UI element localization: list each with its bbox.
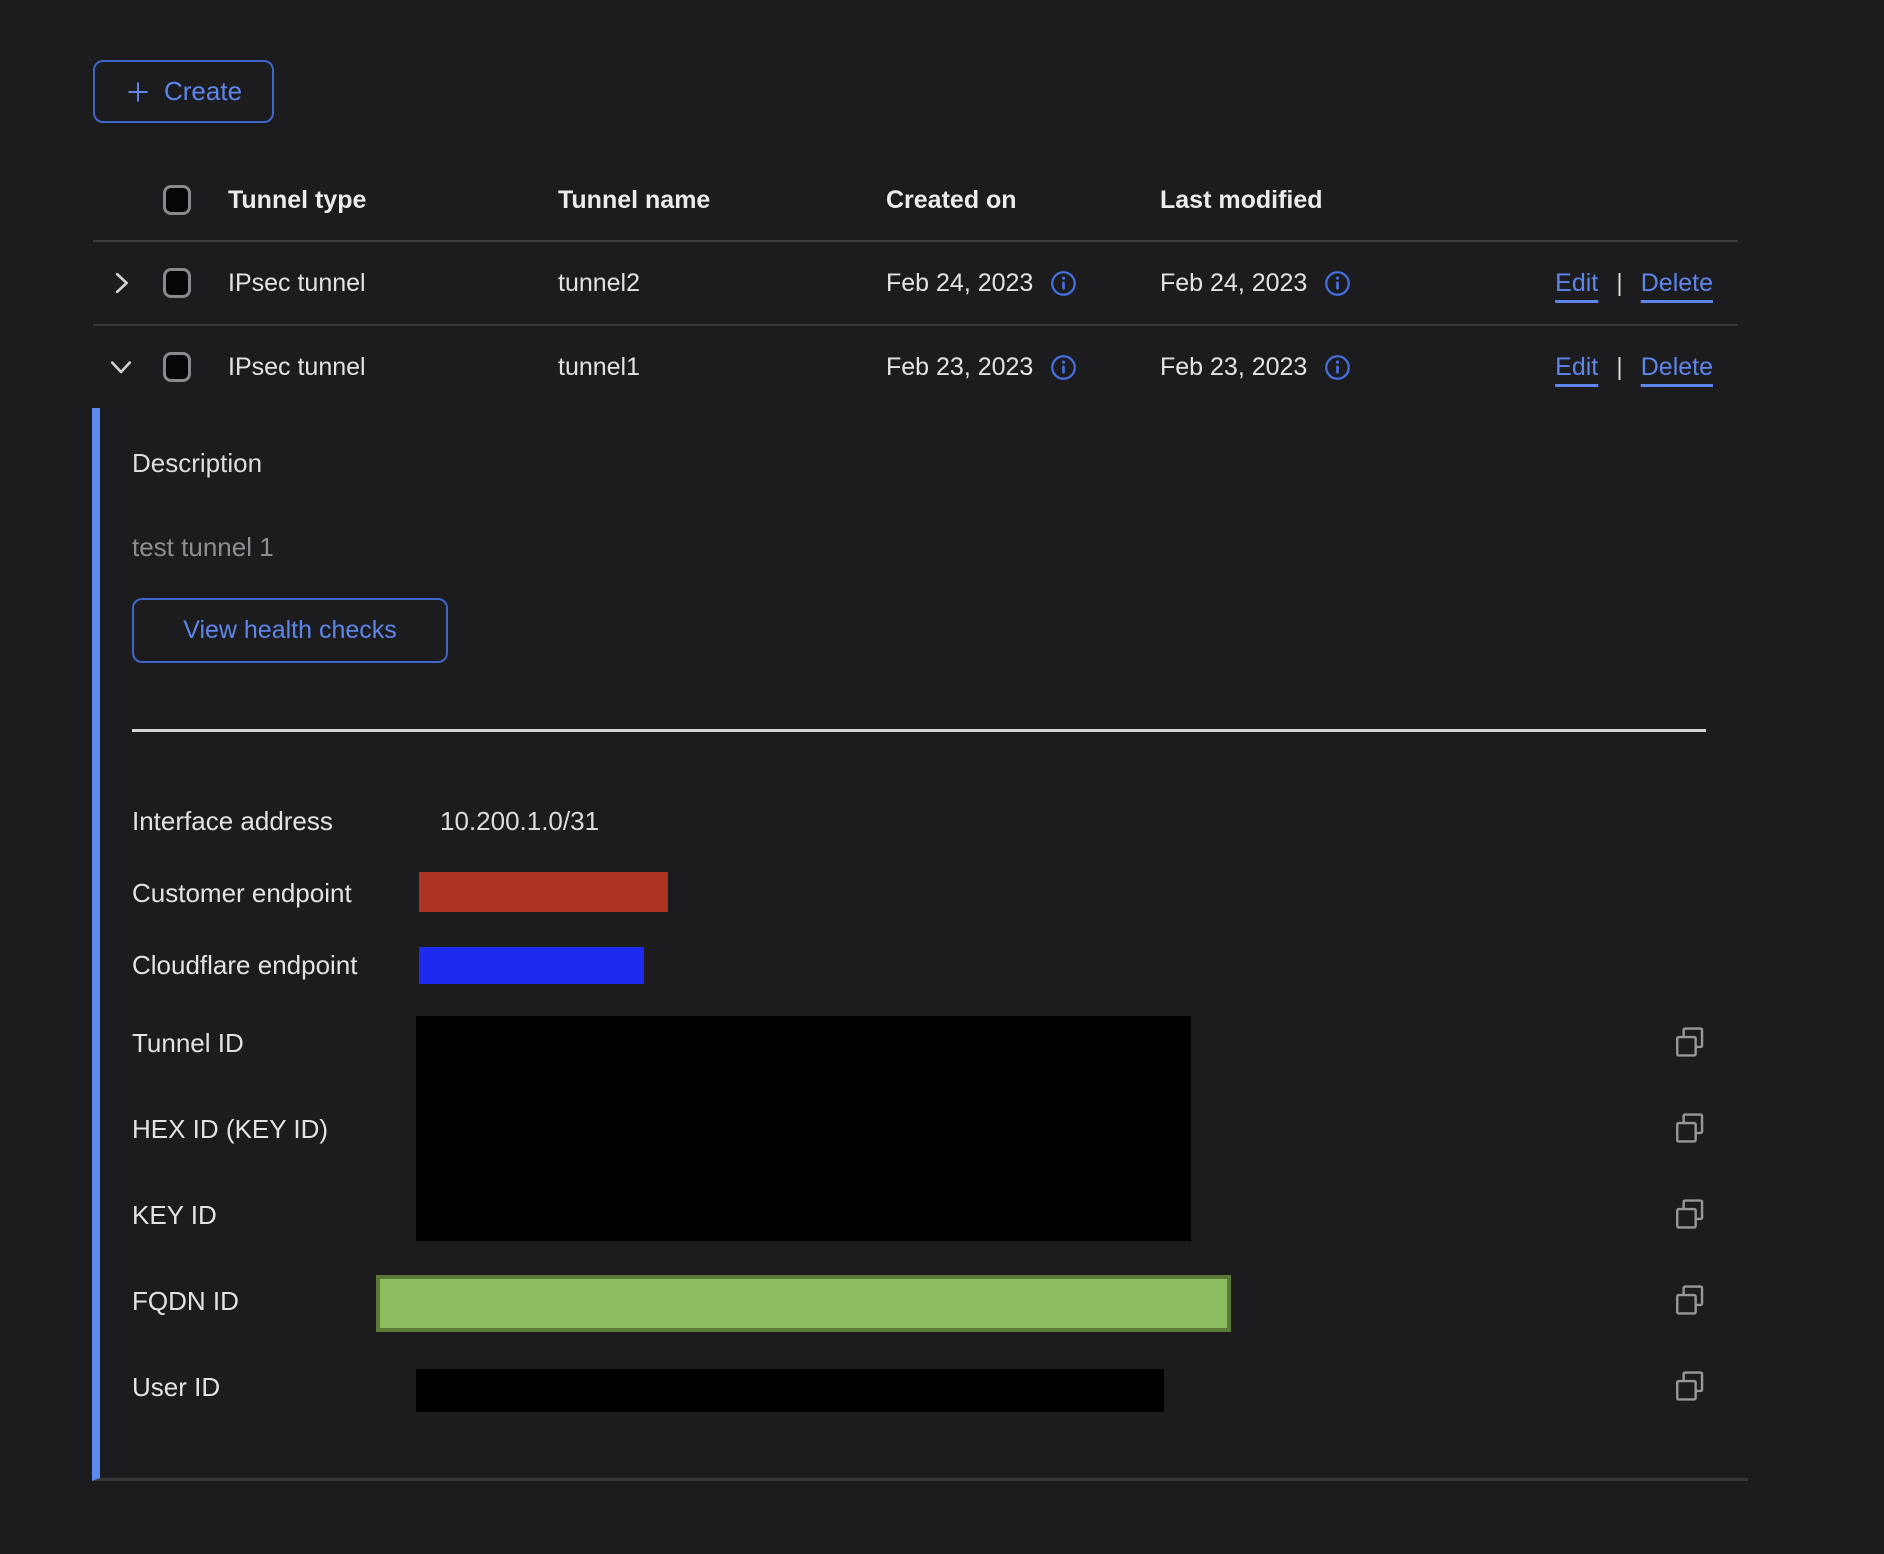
row-checkbox[interactable] xyxy=(163,268,191,298)
header-last-modified: Last modified xyxy=(1160,186,1515,215)
chevron-right-icon xyxy=(106,268,136,298)
cloudflare-endpoint-label: Cloudflare endpoint xyxy=(132,950,358,980)
copy-icon xyxy=(1673,1283,1707,1317)
cloudflare-endpoint-redacted-value xyxy=(419,947,644,984)
copy-hex-id-button[interactable] xyxy=(1672,1110,1708,1146)
info-icon[interactable] xyxy=(1050,354,1077,381)
customer-endpoint-label: Customer endpoint xyxy=(132,878,352,908)
action-separator: | xyxy=(1616,269,1623,298)
select-all-checkbox[interactable] xyxy=(163,185,191,215)
copy-icon xyxy=(1673,1111,1707,1145)
copy-user-id-button[interactable] xyxy=(1672,1368,1708,1404)
copy-icon xyxy=(1673,1025,1707,1059)
user-id-redacted-value xyxy=(416,1369,1164,1412)
hex-id-label: HEX ID (KEY ID) xyxy=(132,1114,328,1144)
copy-key-id-button[interactable] xyxy=(1672,1196,1708,1232)
copy-tunnel-id-button[interactable] xyxy=(1672,1024,1708,1060)
last-modified-value: Feb 24, 2023 xyxy=(1160,269,1307,298)
cell-tunnel-type: IPsec tunnel xyxy=(228,269,558,298)
interface-address-label: Interface address xyxy=(132,806,333,836)
section-divider xyxy=(132,729,1706,732)
created-on-value: Feb 23, 2023 xyxy=(886,353,1033,382)
description-heading: Description xyxy=(132,448,262,479)
tunnel-hex-key-id-redacted-value xyxy=(416,1016,1191,1241)
table-row: IPsec tunnel tunnel1 Feb 23, 2023 Feb 23… xyxy=(93,326,1738,408)
copy-fqdn-id-button[interactable] xyxy=(1672,1282,1708,1318)
delete-link[interactable]: Delete xyxy=(1641,269,1713,298)
table-header-row: Tunnel type Tunnel name Created on Last … xyxy=(93,150,1738,242)
edit-link[interactable]: Edit xyxy=(1555,353,1598,382)
customer-endpoint-redacted-value xyxy=(419,872,668,912)
row-expand-toggle[interactable] xyxy=(93,268,163,298)
table-row: IPsec tunnel tunnel2 Feb 24, 2023 Feb 24… xyxy=(93,242,1738,326)
interface-address-value: 10.200.1.0/31 xyxy=(440,806,599,836)
cell-created-on: Feb 24, 2023 xyxy=(886,269,1160,298)
info-icon[interactable] xyxy=(1050,270,1077,297)
cell-created-on: Feb 23, 2023 xyxy=(886,353,1160,382)
chevron-down-icon xyxy=(106,352,136,382)
action-separator: | xyxy=(1616,353,1623,382)
create-button[interactable]: Create xyxy=(93,60,274,123)
edit-link[interactable]: Edit xyxy=(1555,269,1598,298)
cell-last-modified: Feb 24, 2023 xyxy=(1160,269,1515,298)
plus-icon xyxy=(125,79,151,105)
delete-link[interactable]: Delete xyxy=(1641,353,1713,382)
cell-tunnel-type: IPsec tunnel xyxy=(228,353,558,382)
header-tunnel-type: Tunnel type xyxy=(228,186,558,215)
cell-actions: Edit | Delete xyxy=(1515,353,1738,382)
copy-icon xyxy=(1673,1197,1707,1231)
tunnel-detail-panel: Description test tunnel 1 View health ch… xyxy=(92,408,1748,1481)
info-icon[interactable] xyxy=(1324,354,1351,381)
key-id-label: KEY ID xyxy=(132,1200,217,1230)
tunnels-page: Create Tunnel type Tunnel name Created o… xyxy=(0,0,1884,1554)
cell-tunnel-name: tunnel1 xyxy=(558,353,886,382)
last-modified-value: Feb 23, 2023 xyxy=(1160,353,1307,382)
view-health-checks-button[interactable]: View health checks xyxy=(132,598,448,663)
fqdn-id-redacted-value xyxy=(376,1275,1231,1332)
fqdn-id-label: FQDN ID xyxy=(132,1286,239,1316)
header-tunnel-name: Tunnel name xyxy=(558,186,886,215)
create-button-label: Create xyxy=(164,76,242,107)
row-collapse-toggle[interactable] xyxy=(93,352,163,382)
description-text: test tunnel 1 xyxy=(132,532,274,563)
cell-tunnel-name: tunnel2 xyxy=(558,269,886,298)
created-on-value: Feb 24, 2023 xyxy=(886,269,1033,298)
tunnel-id-label: Tunnel ID xyxy=(132,1028,244,1058)
copy-icon xyxy=(1673,1369,1707,1403)
tunnels-table: Tunnel type Tunnel name Created on Last … xyxy=(93,150,1738,408)
user-id-label: User ID xyxy=(132,1372,220,1402)
info-icon[interactable] xyxy=(1324,270,1351,297)
header-created-on: Created on xyxy=(886,186,1160,215)
row-checkbox[interactable] xyxy=(163,352,191,382)
view-health-checks-label: View health checks xyxy=(183,616,397,645)
cell-actions: Edit | Delete xyxy=(1515,269,1738,298)
cell-last-modified: Feb 23, 2023 xyxy=(1160,353,1515,382)
